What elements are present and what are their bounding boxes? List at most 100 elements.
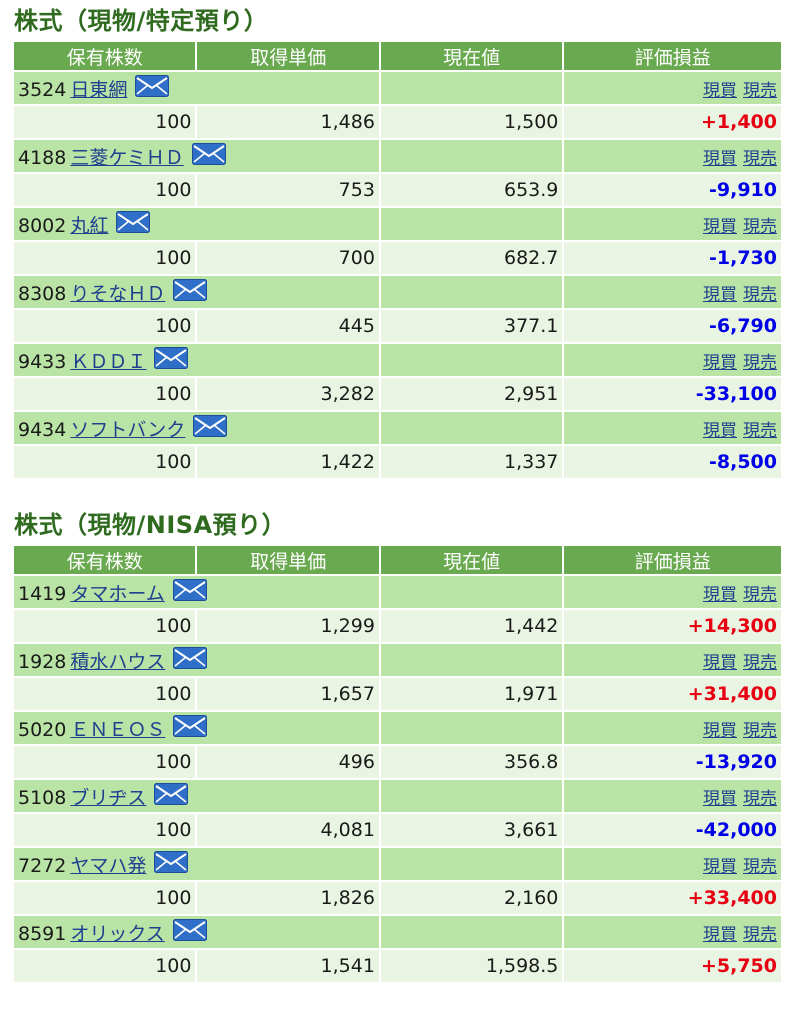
stock-name-link[interactable]: 日東網 <box>70 79 127 101</box>
stock-name-link[interactable]: りそなＨＤ <box>70 283 165 305</box>
shares-cell: 100 <box>14 950 196 982</box>
mail-icon[interactable] <box>116 210 151 238</box>
mail-icon[interactable] <box>154 782 189 810</box>
price-cell: 2,951 <box>380 378 563 410</box>
stock-name-link[interactable]: オリックス <box>70 923 164 945</box>
mail-icon[interactable] <box>173 714 208 742</box>
sell-link[interactable]: 現売 <box>743 857 777 877</box>
header-cost: 取得単価 <box>197 546 379 574</box>
stock-name-cell: 8591 オリックス <box>14 916 379 948</box>
stock-name-link[interactable]: ＥＮＥＯＳ <box>70 719 165 741</box>
buy-link[interactable]: 現買 <box>703 585 737 605</box>
buy-link[interactable]: 現買 <box>703 925 737 945</box>
stock-name-row: 3524 日東網 現買 現売 <box>14 72 781 104</box>
pl-cell: -13,920 <box>564 746 781 778</box>
stock-data-row: 100 4,081 3,661 -42,000 <box>14 814 781 846</box>
stock-name-cell: 8308 りそなＨＤ <box>14 276 379 308</box>
stock-name-link[interactable]: 丸紅 <box>70 215 108 237</box>
stock-name-cell: 5108 ブリヂス <box>14 780 379 812</box>
stock-data-row: 100 445 377.1 -6,790 <box>14 310 781 342</box>
pl-value: -1,730 <box>709 247 777 269</box>
mail-icon[interactable] <box>172 918 207 946</box>
table-header-row: 保有株数 取得単価 現在値 評価損益 <box>14 546 781 574</box>
sell-link[interactable]: 現売 <box>743 353 777 373</box>
empty-cell <box>380 412 563 444</box>
sell-link[interactable]: 現売 <box>743 421 777 441</box>
stock-name-row: 8002 丸紅 現買 現売 <box>14 208 781 240</box>
empty-cell <box>380 576 563 608</box>
price-cell: 356.8 <box>380 746 563 778</box>
sell-link[interactable]: 現売 <box>743 925 777 945</box>
pl-value: -42,000 <box>695 819 777 841</box>
stock-code: 4188 <box>18 146 67 169</box>
buy-link[interactable]: 現買 <box>703 653 737 673</box>
stock-code: 1928 <box>18 650 67 673</box>
pl-cell: -33,100 <box>564 378 781 410</box>
buy-link[interactable]: 現買 <box>703 149 737 169</box>
stock-name-row: 8591 オリックス 現買 現売 <box>14 916 781 948</box>
buy-link[interactable]: 現買 <box>703 421 737 441</box>
stock-name-link[interactable]: タマホーム <box>70 583 164 605</box>
mail-icon[interactable] <box>154 850 189 878</box>
sell-link[interactable]: 現売 <box>743 789 777 809</box>
pl-value: -33,100 <box>695 383 777 405</box>
mail-icon[interactable] <box>173 278 208 306</box>
price-cell: 377.1 <box>380 310 563 342</box>
buy-link[interactable]: 現買 <box>703 353 737 373</box>
mail-icon[interactable] <box>172 578 207 606</box>
empty-cell <box>380 916 563 948</box>
pl-value: +5,750 <box>700 955 777 977</box>
sell-link[interactable]: 現売 <box>743 217 777 237</box>
sell-link[interactable]: 現売 <box>743 285 777 305</box>
stock-code: 9433 <box>18 350 67 373</box>
buy-link[interactable]: 現買 <box>703 721 737 741</box>
stock-name-cell: 4188 三菱ケミＨＤ <box>14 140 379 172</box>
trade-links-cell: 現買 現売 <box>564 780 781 812</box>
trade-links-cell: 現買 現売 <box>564 344 781 376</box>
stock-code: 8591 <box>18 922 67 945</box>
stock-name-link[interactable]: ブリヂス <box>70 787 146 809</box>
buy-link[interactable]: 現買 <box>703 81 737 101</box>
buy-link[interactable]: 現買 <box>703 857 737 877</box>
stock-name-link[interactable]: 積水ハウス <box>70 651 165 673</box>
buy-link[interactable]: 現買 <box>703 789 737 809</box>
pl-cell: -1,730 <box>564 242 781 274</box>
mail-icon[interactable] <box>173 646 208 674</box>
cost-cell: 4,081 <box>197 814 379 846</box>
stock-name-cell: 1419 タマホーム <box>14 576 379 608</box>
stock-name-link[interactable]: ヤマハ発 <box>70 855 146 877</box>
sell-link[interactable]: 現売 <box>743 585 777 605</box>
stock-name-row: 9434 ソフトバンク 現買 現売 <box>14 412 781 444</box>
buy-link[interactable]: 現買 <box>703 217 737 237</box>
stock-name-link[interactable]: 三菱ケミＨＤ <box>70 147 183 169</box>
mail-icon[interactable] <box>154 346 189 374</box>
mail-icon[interactable] <box>193 414 228 442</box>
shares-cell: 100 <box>14 446 196 478</box>
header-cost: 取得単価 <box>197 42 379 70</box>
sell-link[interactable]: 現売 <box>743 81 777 101</box>
header-price: 現在値 <box>380 42 563 70</box>
stock-name-link[interactable]: ＫＤＤＩ <box>70 351 146 373</box>
sell-link[interactable]: 現売 <box>743 149 777 169</box>
price-cell: 1,971 <box>380 678 563 710</box>
cost-cell: 1,826 <box>197 882 379 914</box>
empty-cell <box>380 644 563 676</box>
stock-data-row: 100 1,299 1,442 +14,300 <box>14 610 781 642</box>
mail-icon[interactable] <box>135 74 170 102</box>
stock-name-cell: 8002 丸紅 <box>14 208 379 240</box>
cost-cell: 1,657 <box>197 678 379 710</box>
stock-name-cell: 7272 ヤマハ発 <box>14 848 379 880</box>
stock-name-link[interactable]: ソフトバンク <box>70 419 185 441</box>
pl-value: +1,400 <box>700 111 777 133</box>
sell-link[interactable]: 現売 <box>743 721 777 741</box>
mail-icon[interactable] <box>191 142 226 170</box>
price-cell: 1,598.5 <box>380 950 563 982</box>
section-title: 株式（現物/NISA預り） <box>14 511 287 539</box>
shares-cell: 100 <box>14 174 196 206</box>
sell-link[interactable]: 現売 <box>743 653 777 673</box>
shares-cell: 100 <box>14 106 196 138</box>
section-title: 株式（現物/特定預り） <box>14 7 269 35</box>
buy-link[interactable]: 現買 <box>703 285 737 305</box>
shares-cell: 100 <box>14 678 196 710</box>
shares-cell: 100 <box>14 814 196 846</box>
